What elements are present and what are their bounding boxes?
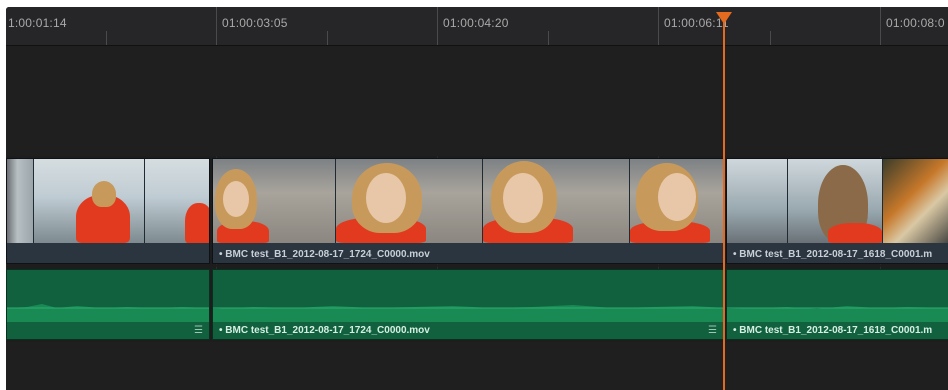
thumbnail	[788, 159, 883, 243]
ruler-tick	[327, 31, 328, 45]
video-clip[interactable]: • BMC test_B1_2012-08-17_1724_C0000.mov	[212, 158, 724, 264]
ruler-tick	[216, 7, 217, 45]
thumbnail	[145, 159, 209, 243]
empty-track-area[interactable]	[6, 46, 948, 156]
thumbnail	[727, 159, 788, 243]
clip-thumbnails	[727, 159, 948, 243]
menu-lines-icon[interactable]: ☰	[708, 325, 717, 336]
audio-waveform	[213, 305, 723, 322]
ruler-tick	[437, 7, 438, 45]
audio-waveform	[7, 304, 209, 322]
clip-thumbnails	[213, 159, 723, 243]
clip-name: • BMC test_B1_2012-08-17_1618_C0001.m	[733, 325, 933, 336]
clip-name: • BMC test_B1_2012-08-17_1724_C0000.mov	[219, 325, 430, 336]
ruler-tick	[880, 7, 881, 45]
audio-waveform	[727, 306, 948, 322]
thumbnail	[213, 159, 336, 243]
ruler-tick	[548, 31, 549, 45]
menu-lines-icon[interactable]: ☰	[194, 325, 203, 336]
video-clip[interactable]: • BMC test_B1_2012-08-17_1618_C0001.m	[726, 158, 948, 264]
thumbnail	[630, 159, 723, 243]
playhead-marker-icon[interactable]	[716, 12, 732, 24]
clip-name: • BMC test_B1_2012-08-17_1724_C0000.mov	[219, 249, 430, 260]
audio-clip[interactable]: • BMC test_B1_2012-08-17_1724_C0000.mov …	[212, 269, 724, 340]
video-clip[interactable]	[6, 158, 210, 264]
playhead-line[interactable]	[723, 12, 725, 390]
timecode-label: 01:00:03:05	[222, 16, 288, 30]
audio-clip[interactable]: • BMC test_B1_2012-08-17_1618_C0001.m	[726, 269, 948, 340]
thumbnail	[336, 159, 483, 243]
audio-clip[interactable]: ☰	[6, 269, 210, 340]
thumbnail	[34, 159, 145, 243]
thumbnail	[883, 159, 948, 243]
clip-name: • BMC test_B1_2012-08-17_1618_C0001.m	[733, 249, 933, 260]
timecode-label: 01:00:08:0	[886, 16, 945, 30]
thumbnail	[7, 159, 34, 243]
ruler-tick	[770, 31, 771, 45]
ruler-tick	[106, 31, 107, 45]
thumbnail	[483, 159, 630, 243]
timeline-panel[interactable]: 1:00:01:14 01:00:03:05 01:00:04:20 01:00…	[6, 7, 948, 390]
timecode-ruler[interactable]: 1:00:01:14 01:00:03:05 01:00:04:20 01:00…	[6, 7, 948, 46]
timecode-label: 01:00:04:20	[443, 16, 509, 30]
ruler-tick	[658, 7, 659, 45]
timecode-label: 1:00:01:14	[8, 16, 67, 30]
clip-thumbnails	[7, 159, 209, 243]
empty-track-area[interactable]	[6, 342, 948, 390]
